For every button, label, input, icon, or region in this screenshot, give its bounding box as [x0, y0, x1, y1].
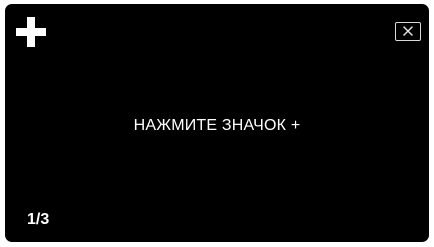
- close-icon: [403, 26, 413, 37]
- plus-icon-vertical-bar: [27, 17, 35, 47]
- close-button[interactable]: [395, 22, 421, 41]
- add-button[interactable]: [16, 17, 46, 47]
- instruction-text: НАЖМИТЕ ЗНАЧОК +: [133, 117, 301, 134]
- camera-touch-screen: НАЖМИТЕ ЗНАЧОК + 1/3: [5, 4, 429, 242]
- page-indicator: 1/3: [27, 211, 50, 228]
